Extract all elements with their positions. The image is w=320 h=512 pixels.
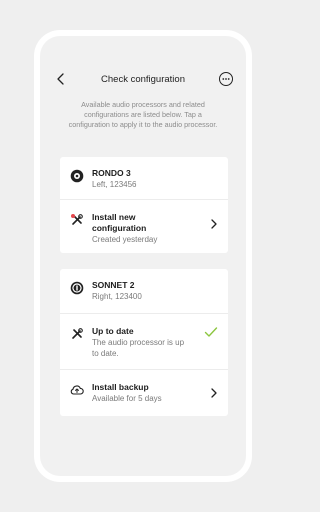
more-options-icon[interactable] (218, 71, 234, 87)
action-subtitle: Created yesterday (92, 235, 158, 244)
backup-subtitle: Available for 5 days (92, 394, 162, 403)
status-subtitle-line2: to date. (92, 349, 119, 358)
install-configuration-row[interactable]: Install new configuration Created yester… (60, 199, 228, 253)
install-backup-row[interactable]: Install backup Available for 5 days (60, 369, 228, 415)
tools-icon (72, 328, 83, 339)
action-title-line2: configuration (92, 223, 147, 233)
status-title: Up to date (92, 326, 134, 336)
intro-text: Available audio processors and related c… (68, 100, 218, 129)
chevron-right-icon (211, 388, 217, 398)
phone-frame: Check configuration Available audio proc… (34, 30, 252, 482)
page-title: Check configuration (101, 73, 185, 85)
chevron-right-icon (211, 219, 217, 229)
back-arrow-icon[interactable] (54, 72, 68, 86)
device-name: RONDO 3 (92, 168, 131, 178)
device-name: SONNET 2 (92, 280, 135, 290)
backup-title: Install backup (92, 382, 149, 392)
up-to-date-row: Up to date The audio processor is up to … (60, 313, 228, 369)
device-row: RONDO 3 Left, 123456 (60, 157, 228, 199)
processor-icon (70, 281, 84, 295)
status-subtitle-line1: The audio processor is up (92, 338, 185, 347)
checkmark-icon (204, 327, 218, 337)
device-row: SONNET 2 Right, 123400 (60, 269, 228, 313)
app-screen: Check configuration Available audio proc… (40, 36, 246, 476)
processor-card-sonnet: SONNET 2 Right, 123400 Up to date The au… (60, 269, 228, 416)
header-bar: Check configuration (40, 66, 246, 92)
processor-icon (70, 169, 84, 183)
processor-card-rondo: RONDO 3 Left, 123456 Install new configu… (60, 157, 228, 253)
cloud-upload-icon (70, 385, 84, 395)
action-title-line1: Install new (92, 212, 136, 222)
device-detail: Left, 123456 (92, 180, 137, 189)
tools-icon (71, 214, 83, 225)
device-detail: Right, 123400 (92, 292, 142, 301)
